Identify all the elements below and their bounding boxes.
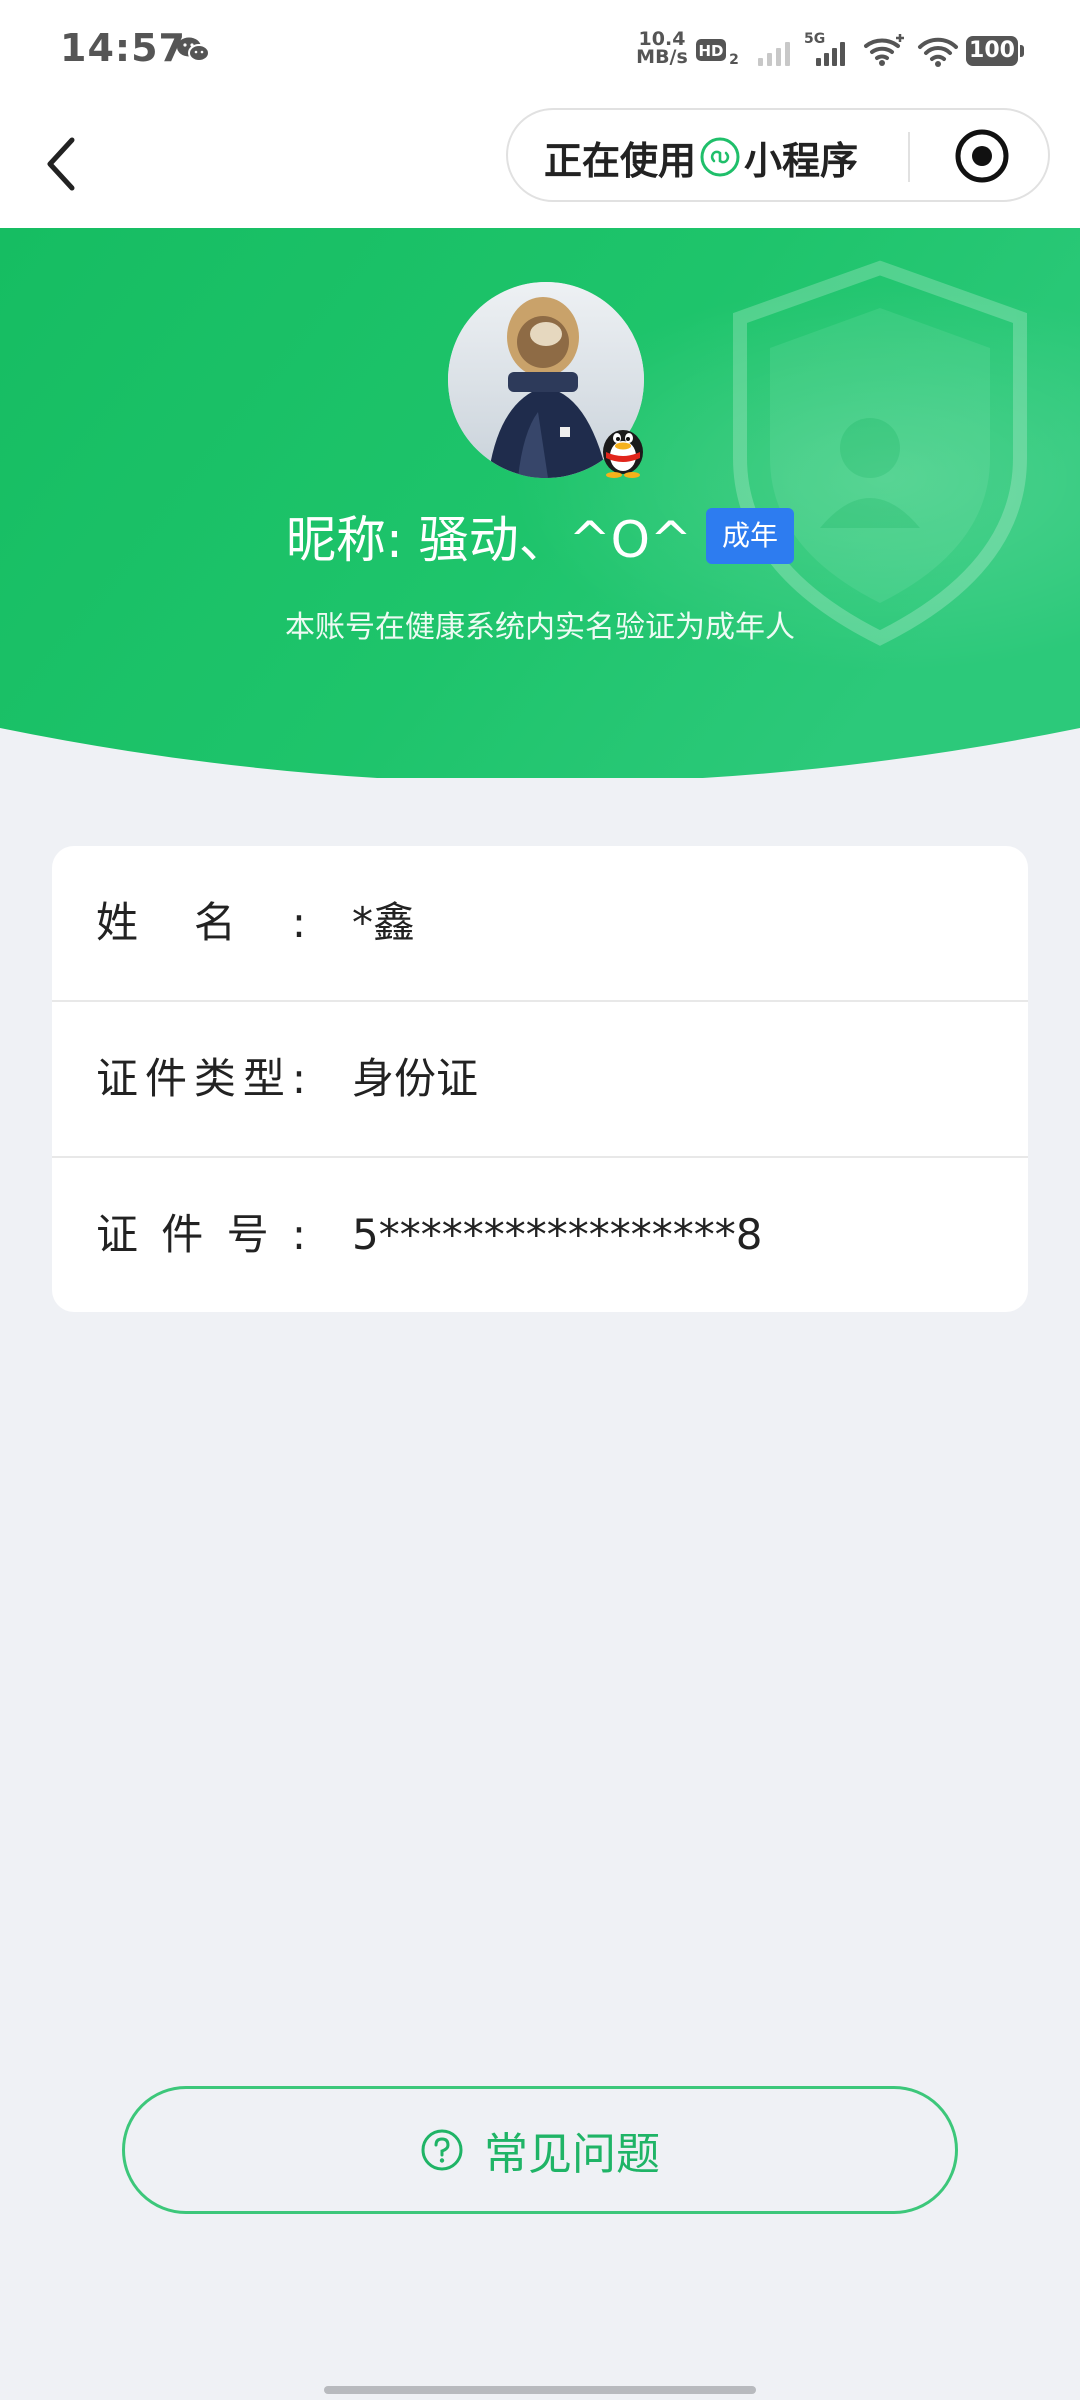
info-row-name: 姓名: *鑫 xyxy=(52,846,1028,1000)
net-speed-unit: MB/s xyxy=(636,46,688,68)
status-bar: 14:57 10.4 MB/s HD 2 5G 100 xyxy=(0,0,1080,100)
nav-bar: 正在使用 小程序 xyxy=(0,100,1080,228)
name-value: *鑫 xyxy=(352,898,416,947)
id-number-value: 5*****************8 xyxy=(352,1210,763,1259)
record-circle-icon[interactable] xyxy=(954,128,1010,184)
capsule-divider xyxy=(908,132,910,182)
info-row-id-type: 证件类型: 身份证 xyxy=(52,1002,1028,1156)
signal-icon-sim1 xyxy=(758,42,790,66)
name-label: 姓名: xyxy=(96,898,306,947)
battery-icon: 100 xyxy=(966,36,1024,66)
home-indicator[interactable] xyxy=(324,2386,756,2394)
capsule-status[interactable]: 正在使用 小程序 xyxy=(544,132,859,183)
verification-text: 本账号在健康系统内实名验证为成年人 xyxy=(285,610,795,645)
wifi-icon-plus xyxy=(864,34,904,66)
info-label: 证件号: xyxy=(96,1158,306,1312)
adult-badge: 成年 xyxy=(705,508,794,564)
mini-program-capsule: 正在使用 小程序 xyxy=(506,108,1050,202)
back-arrow-icon[interactable] xyxy=(36,124,96,204)
id-type-label: 证件类型: xyxy=(96,1054,306,1103)
info-row-id-number: 证件号: 5*****************8 xyxy=(52,1158,1028,1312)
identity-info-card: 姓名: *鑫 证件类型: 身份证 证件号: 5*****************… xyxy=(52,846,1028,1312)
info-label: 证件类型: xyxy=(96,1002,306,1156)
net-speed: 10.4 MB/s xyxy=(632,30,692,68)
wechat-icon xyxy=(177,37,210,62)
mini-program-link-icon xyxy=(700,137,740,177)
hd-label: HD xyxy=(698,42,723,60)
capsule-suffix: 小程序 xyxy=(744,138,859,183)
nickname: 昵称: 骚动、^O^ xyxy=(286,511,692,569)
status-time: 14:57 xyxy=(60,26,186,70)
faq-button[interactable]: 常见问题 xyxy=(122,2086,958,2214)
qq-penguin-icon xyxy=(603,430,643,478)
hd-icon: HD 2 xyxy=(696,39,739,68)
signal-icon-5g: 5G xyxy=(804,31,845,66)
signal-label: 5G xyxy=(804,31,825,47)
nickname-row: 昵称: 骚动、^O^ 成年 xyxy=(0,498,1080,574)
info-label: 姓名: xyxy=(96,846,306,1000)
profile-header: 昵称: 骚动、^O^ 成年 本账号在健康系统内实名验证为成年人 xyxy=(0,228,1080,778)
wifi-icon xyxy=(918,37,958,67)
capsule-prefix: 正在使用 xyxy=(544,138,697,183)
question-circle-icon xyxy=(421,2129,463,2171)
hd-sub: 2 xyxy=(729,52,739,68)
id-type-value: 身份证 xyxy=(352,1054,479,1103)
id-number-label: 证件号: xyxy=(96,1210,306,1259)
faq-label: 常见问题 xyxy=(484,2129,660,2180)
